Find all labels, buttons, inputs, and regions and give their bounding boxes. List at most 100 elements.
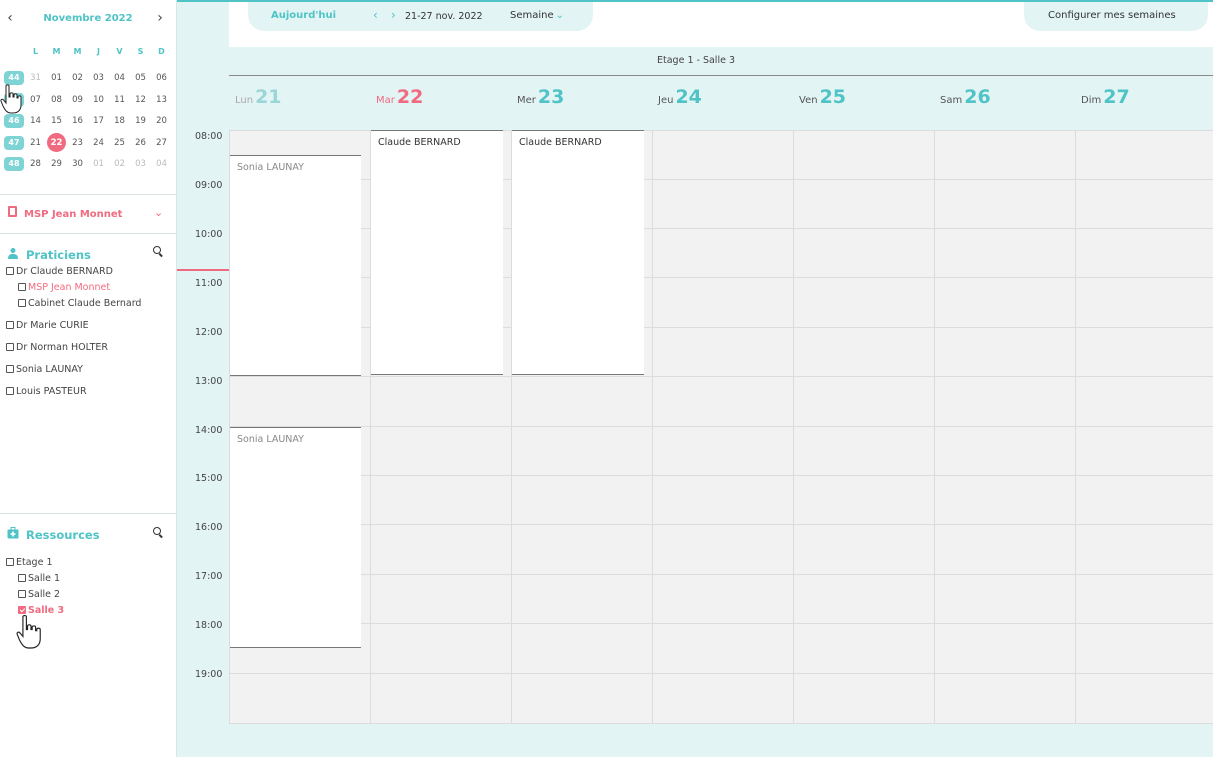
calendar-day[interactable]: 07 xyxy=(25,92,46,108)
calendar-day-today[interactable]: 22 xyxy=(46,133,67,152)
time-label: 18:00 xyxy=(195,620,223,631)
calendar-day[interactable]: 04 xyxy=(151,156,172,172)
calendar-day[interactable]: 20 xyxy=(151,113,172,129)
practitioner-item[interactable]: Dr Claude BERNARD xyxy=(6,265,113,279)
calendar-day[interactable]: 02 xyxy=(67,70,88,86)
calendar-day[interactable]: 02 xyxy=(109,156,130,172)
hour-line xyxy=(229,673,1213,674)
calendar-day[interactable]: 21 xyxy=(25,135,46,151)
checkbox[interactable] xyxy=(6,321,14,329)
calendar-day[interactable]: 25 xyxy=(109,135,130,151)
calendar-day[interactable]: 08 xyxy=(46,92,67,108)
practitioner-site-item[interactable]: Cabinet Claude Bernard xyxy=(18,297,141,311)
event-block[interactable]: Sonia LAUNAY xyxy=(230,427,361,648)
calendar-day[interactable]: 09 xyxy=(67,92,88,108)
resources-title: Ressources xyxy=(26,528,100,542)
day-number: 23 xyxy=(537,86,565,108)
calendar-day[interactable]: 29 xyxy=(46,156,67,172)
configure-weeks-button[interactable]: Configurer mes semaines xyxy=(1048,10,1176,21)
day-number: 26 xyxy=(964,86,991,108)
calendar-day[interactable]: 28 xyxy=(25,156,46,172)
medical-kit-icon xyxy=(7,527,19,539)
calendar-day[interactable]: 17 xyxy=(88,113,109,129)
calendar-day[interactable]: 19 xyxy=(130,113,151,129)
chevron-left-icon[interactable]: ‹ xyxy=(373,8,378,22)
calendar-day[interactable]: 03 xyxy=(130,156,151,172)
chevron-down-icon[interactable]: ⌄ xyxy=(154,206,163,219)
day-header-thursday[interactable]: Jeu 24 xyxy=(658,86,702,114)
day-number: 22 xyxy=(396,86,424,108)
checkbox[interactable] xyxy=(6,365,14,373)
checkbox[interactable] xyxy=(18,299,26,307)
today-button[interactable]: Aujourd'hui xyxy=(271,10,336,21)
calendar-day[interactable]: 12 xyxy=(130,92,151,108)
checkbox[interactable] xyxy=(18,590,26,598)
practitioner-label: Dr Claude BERNARD xyxy=(16,266,113,277)
event-block[interactable]: Claude BERNARD xyxy=(371,130,503,375)
calendar-day[interactable]: 05 xyxy=(130,70,151,86)
event-label: Sonia LAUNAY xyxy=(237,434,304,445)
time-label: 08:00 xyxy=(195,131,223,142)
practitioner-site-item[interactable]: MSP Jean Monnet xyxy=(18,281,110,295)
time-label: 12:00 xyxy=(195,327,223,338)
event-block[interactable]: Claude BERNARD xyxy=(512,130,644,375)
calendar-day[interactable]: 15 xyxy=(46,113,67,129)
calendar-day[interactable]: 01 xyxy=(88,156,109,172)
day-header-friday[interactable]: Ven 25 xyxy=(799,86,846,114)
search-icon[interactable] xyxy=(153,246,165,258)
practitioner-item[interactable]: Dr Marie CURIE xyxy=(6,319,89,333)
day-header-sunday[interactable]: Dim 27 xyxy=(1081,86,1130,114)
time-label: 14:00 xyxy=(195,425,223,436)
calendar-day[interactable]: 18 xyxy=(109,113,130,129)
checkbox[interactable] xyxy=(6,387,14,395)
checkbox[interactable] xyxy=(18,574,26,582)
checkbox[interactable] xyxy=(18,283,26,291)
search-icon[interactable] xyxy=(153,527,165,539)
calendar-day[interactable]: 16 xyxy=(67,113,88,129)
chevron-right-icon[interactable]: › xyxy=(152,10,168,26)
calendar-day[interactable]: 14 xyxy=(25,113,46,129)
day-header-tuesday[interactable]: Mar 22 xyxy=(376,86,423,114)
calendar-day[interactable]: 13 xyxy=(151,92,172,108)
calendar-day[interactable]: 30 xyxy=(67,156,88,172)
event-label: Claude BERNARD xyxy=(378,137,461,148)
chevron-right-icon[interactable]: › xyxy=(391,8,396,22)
time-label: 16:00 xyxy=(195,522,223,533)
calendar-day[interactable]: 10 xyxy=(88,92,109,108)
checkbox[interactable] xyxy=(6,558,14,566)
calendar-day[interactable]: 31 xyxy=(25,70,46,86)
calendar-day[interactable]: 04 xyxy=(109,70,130,86)
divider xyxy=(0,194,176,195)
time-label: 13:00 xyxy=(195,376,223,387)
calendar-day[interactable]: 06 xyxy=(151,70,172,86)
divider xyxy=(0,513,176,514)
calendar-day[interactable]: 01 xyxy=(46,70,67,86)
day-header-saturday[interactable]: Sam 26 xyxy=(940,86,991,114)
practitioner-item[interactable]: Sonia LAUNAY xyxy=(6,363,83,377)
calendar-day[interactable]: 27 xyxy=(151,135,172,151)
calendar-day[interactable]: 23 xyxy=(67,135,88,151)
resource-item[interactable]: Etage 1 xyxy=(6,556,53,570)
day-column-line xyxy=(793,130,794,724)
sidebar: ‹ Novembre 2022 › L M M J V S D 44 31 01… xyxy=(0,0,176,757)
building-icon xyxy=(8,206,17,217)
calendar-day[interactable]: 24 xyxy=(88,135,109,151)
calendar-day[interactable]: 11 xyxy=(109,92,130,108)
practitioner-item[interactable]: Louis PASTEUR xyxy=(6,385,87,399)
resource-item[interactable]: Salle 1 xyxy=(18,572,60,586)
site-selector[interactable]: MSP Jean Monnet ⌄ xyxy=(0,204,176,224)
practitioner-item[interactable]: Dr Norman HOLTER xyxy=(6,341,108,355)
day-header-monday[interactable]: Lun 21 xyxy=(235,86,282,114)
event-block[interactable]: Sonia LAUNAY xyxy=(230,155,361,376)
resource-item[interactable]: Salle 2 xyxy=(18,588,60,602)
hour-line xyxy=(229,426,1213,427)
day-header-wednesday[interactable]: Mer 23 xyxy=(517,86,564,114)
checkbox[interactable] xyxy=(6,267,14,275)
calendar-day[interactable]: 03 xyxy=(88,70,109,86)
calendar-day[interactable]: 26 xyxy=(130,135,151,151)
checkbox[interactable] xyxy=(6,343,14,351)
time-label: 15:00 xyxy=(195,473,223,484)
view-selector[interactable]: Semaine ⌄ xyxy=(510,10,564,21)
checkbox-checked[interactable] xyxy=(18,606,26,614)
practitioners-title: Praticiens xyxy=(26,248,91,262)
